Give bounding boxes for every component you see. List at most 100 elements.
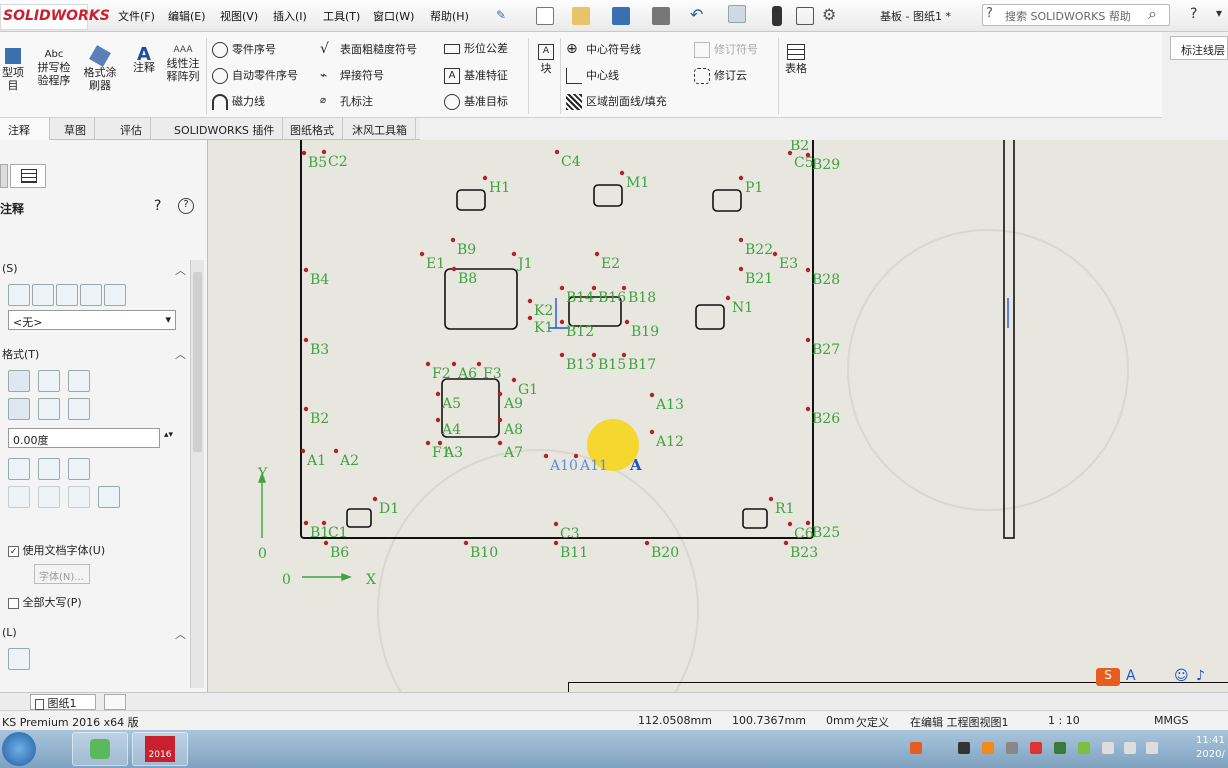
tray-security-icon[interactable]: [1054, 742, 1066, 754]
geometric-tolerance-icon[interactable]: [38, 486, 60, 508]
hole-center-dot[interactable]: [624, 319, 630, 325]
angle-spinner[interactable]: ▴▾: [164, 430, 173, 440]
hole-center-dot[interactable]: [321, 149, 327, 155]
hole-center-dot[interactable]: [559, 319, 565, 325]
tray-chat-icon[interactable]: [1006, 742, 1018, 754]
datum-feature-button[interactable]: A 基准特征: [444, 68, 508, 84]
point-label-b4[interactable]: B4: [310, 272, 329, 288]
add-style-icon[interactable]: [32, 284, 54, 306]
hole-center-dot[interactable]: [649, 392, 655, 398]
hole-center-dot[interactable]: [553, 521, 559, 527]
format-section-header[interactable]: 格式(T) ︿: [0, 346, 190, 366]
block-button[interactable]: A块: [534, 44, 558, 75]
point-label-a11[interactable]: A11: [579, 458, 608, 474]
hole-center-dot[interactable]: [619, 170, 625, 176]
start-button[interactable]: [2, 732, 36, 766]
point-label-b27[interactable]: B27: [812, 342, 840, 358]
align-top-icon[interactable]: [8, 398, 30, 420]
point-label-b2[interactable]: B2: [310, 411, 329, 427]
hole-h1[interactable]: [456, 189, 486, 211]
angle-input[interactable]: 0.00度: [8, 428, 160, 448]
tray-app-icon[interactable]: [982, 742, 994, 754]
collapse-chevron-icon[interactable]: ︿: [175, 262, 186, 278]
hole-center-dot[interactable]: [591, 285, 597, 291]
menu-view[interactable]: 视图(V): [220, 8, 258, 24]
point-label-a8[interactable]: A8: [503, 422, 523, 438]
hole-center-dot[interactable]: [527, 298, 533, 304]
point-label-b17[interactable]: B17: [628, 357, 656, 373]
point-label-a5[interactable]: A5: [441, 396, 461, 412]
point-label-d1[interactable]: D1: [379, 501, 399, 517]
tray-mail-icon[interactable]: [1030, 742, 1042, 754]
undo-icon[interactable]: ↶: [690, 5, 703, 24]
point-label-c6[interactable]: C6: [794, 526, 814, 542]
point-label-c3[interactable]: C3: [560, 526, 580, 542]
point-label-b23[interactable]: B23: [790, 545, 818, 561]
hole-center-dot[interactable]: [644, 540, 650, 546]
hole-center-dot[interactable]: [591, 352, 597, 358]
hole-center-dot[interactable]: [300, 448, 306, 454]
point-label-b9[interactable]: B9: [457, 242, 476, 258]
point-label-n1[interactable]: N1: [732, 300, 753, 316]
hole-center-dot[interactable]: [425, 361, 431, 367]
units-display[interactable]: MMGS: [1154, 714, 1189, 727]
hole-center-dot[interactable]: [621, 352, 627, 358]
hole-center-dot[interactable]: [621, 285, 627, 291]
hole-center-dot[interactable]: [553, 540, 559, 546]
datum-target-button[interactable]: 基准目标: [444, 94, 508, 110]
hole-center-dot[interactable]: [594, 251, 600, 257]
hole-center-dot[interactable]: [783, 540, 789, 546]
point-label-e1[interactable]: E1: [426, 256, 445, 272]
point-label-a7[interactable]: A7: [503, 445, 523, 461]
point-label-k2[interactable]: K2: [534, 303, 553, 319]
tray-update-icon[interactable]: [1078, 742, 1090, 754]
hole-center-dot[interactable]: [303, 406, 309, 412]
info-icon[interactable]: ?: [178, 198, 194, 214]
point-label-b26[interactable]: B26: [812, 411, 840, 427]
hole-center-dot[interactable]: [738, 266, 744, 272]
hole-center-dot[interactable]: [787, 521, 793, 527]
style-section-header[interactable]: (S) ︿: [0, 262, 190, 282]
hole-center-dot[interactable]: [649, 429, 655, 435]
hole-center-dot[interactable]: [805, 406, 811, 412]
point-label-c2[interactable]: C2: [328, 154, 348, 170]
collapse-chevron-icon[interactable]: ︿: [175, 346, 186, 362]
revision-symbol-button[interactable]: 修订符号: [694, 42, 758, 58]
hole-center-dot[interactable]: [805, 520, 811, 526]
point-label-b1[interactable]: B1: [310, 525, 329, 541]
hole-center-dot[interactable]: [419, 251, 425, 257]
hole-center-dot[interactable]: [554, 149, 560, 155]
delete-style-icon[interactable]: [56, 284, 78, 306]
menu-insert[interactable]: 插入(I): [273, 8, 307, 24]
tray-volume-icon[interactable]: [1146, 742, 1158, 754]
point-label-a13[interactable]: A13: [655, 397, 684, 413]
linear-note-pattern-button[interactable]: AAA 线性注 释阵列: [162, 44, 204, 83]
tray-ime-icon[interactable]: [910, 742, 922, 754]
hole-center-dot[interactable]: [772, 251, 778, 257]
point-label-a6[interactable]: A6: [457, 366, 477, 382]
menu-help[interactable]: 帮助(H): [430, 8, 469, 24]
taskbar-app-solidworks[interactable]: 2016: [132, 732, 188, 766]
align-bottom-icon[interactable]: [68, 398, 90, 420]
scale-display[interactable]: 1 : 10: [1048, 714, 1080, 727]
magnetic-line-button[interactable]: 磁力线: [212, 94, 265, 110]
point-label-b20[interactable]: B20: [651, 545, 679, 561]
point-label-r1[interactable]: R1: [775, 501, 794, 517]
hole-j1[interactable]: [444, 268, 518, 330]
side-view-outline[interactable]: [1003, 140, 1015, 539]
add-sheet-icon[interactable]: [104, 694, 126, 710]
point-label-b21[interactable]: B21: [745, 271, 773, 287]
point-label-b16[interactable]: B16: [598, 290, 626, 306]
link-property-icon[interactable]: [38, 458, 60, 480]
insert-hyperlink-icon[interactable]: [8, 458, 30, 480]
file-properties-icon[interactable]: [796, 7, 814, 25]
sheet-tab-1[interactable]: 图纸1: [30, 694, 96, 710]
mic-icon[interactable]: ♪: [1196, 668, 1205, 684]
zoom-icon[interactable]: ⌕: [638, 140, 646, 144]
search-icon[interactable]: ⌕: [1148, 4, 1157, 24]
point-label-b8[interactable]: B8: [458, 271, 477, 287]
point-label-a3[interactable]: A3: [443, 445, 463, 461]
panel-scrollbar[interactable]: [190, 260, 204, 688]
hole-center-dot[interactable]: [738, 237, 744, 243]
hole-callout-button[interactable]: ⌀ 孔标注: [320, 94, 373, 110]
